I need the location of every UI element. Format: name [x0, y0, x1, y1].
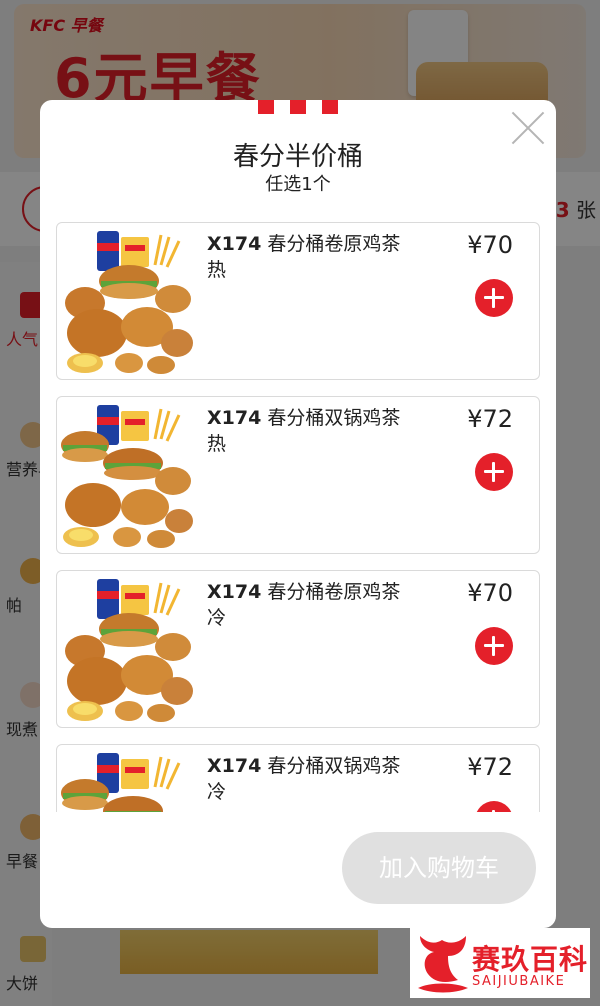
- add-to-cart-button[interactable]: 加入购物车: [342, 832, 536, 904]
- bucket-option-card[interactable]: X174 春分桶卷原鸡茶热 ¥70: [56, 222, 540, 380]
- bucket-image: [61, 753, 181, 812]
- bucket-name: X174 春分桶双锅鸡茶热: [207, 405, 417, 457]
- add-icon[interactable]: [475, 801, 513, 812]
- bucket-code: X174: [207, 233, 262, 255]
- bucket-price: ¥70: [467, 231, 513, 259]
- add-icon[interactable]: [475, 627, 513, 665]
- kfc-stripes: [258, 100, 338, 114]
- bucket-price: ¥70: [467, 579, 513, 607]
- dialog-subtitle: 任选1个: [265, 174, 331, 195]
- bucket-price: ¥72: [467, 753, 513, 781]
- bucket-code: X174: [207, 407, 262, 429]
- bucket-selection-dialog: 春分半价桶 任选1个 X174 春分桶卷原鸡茶热 ¥70 X174 春分桶双锅鸡…: [40, 100, 556, 928]
- whale-logo-icon: [418, 936, 468, 993]
- bucket-price: ¥72: [467, 405, 513, 433]
- bucket-option-card[interactable]: X174 春分桶双锅鸡茶冷 ¥72: [56, 744, 540, 812]
- bucket-name: X174 春分桶双锅鸡茶冷: [207, 753, 417, 805]
- bucket-image: [65, 579, 193, 722]
- add-icon[interactable]: [475, 279, 513, 317]
- bucket-option-card[interactable]: X174 春分桶卷原鸡茶冷 ¥70: [56, 570, 540, 728]
- add-icon[interactable]: [475, 453, 513, 491]
- bucket-image: [65, 231, 193, 374]
- bucket-name: X174 春分桶卷原鸡茶冷: [207, 579, 417, 631]
- watermark: 赛玖百科 SAIJIUBAIKE: [410, 928, 590, 998]
- watermark-name: 赛玖百科: [472, 943, 589, 976]
- bucket-option-card[interactable]: X174 春分桶双锅鸡茶热 ¥72: [56, 396, 540, 554]
- dialog-title: 春分半价桶: [232, 142, 363, 172]
- watermark-name-latin: SAIJIUBAIKE: [472, 974, 566, 989]
- bucket-code: X174: [207, 755, 262, 777]
- bucket-image: [61, 405, 193, 548]
- bucket-name: X174 春分桶卷原鸡茶热: [207, 231, 417, 283]
- bucket-code: X174: [207, 581, 262, 603]
- bucket-option-list[interactable]: X174 春分桶卷原鸡茶热 ¥70 X174 春分桶双锅鸡茶热 ¥72 X174…: [40, 210, 556, 812]
